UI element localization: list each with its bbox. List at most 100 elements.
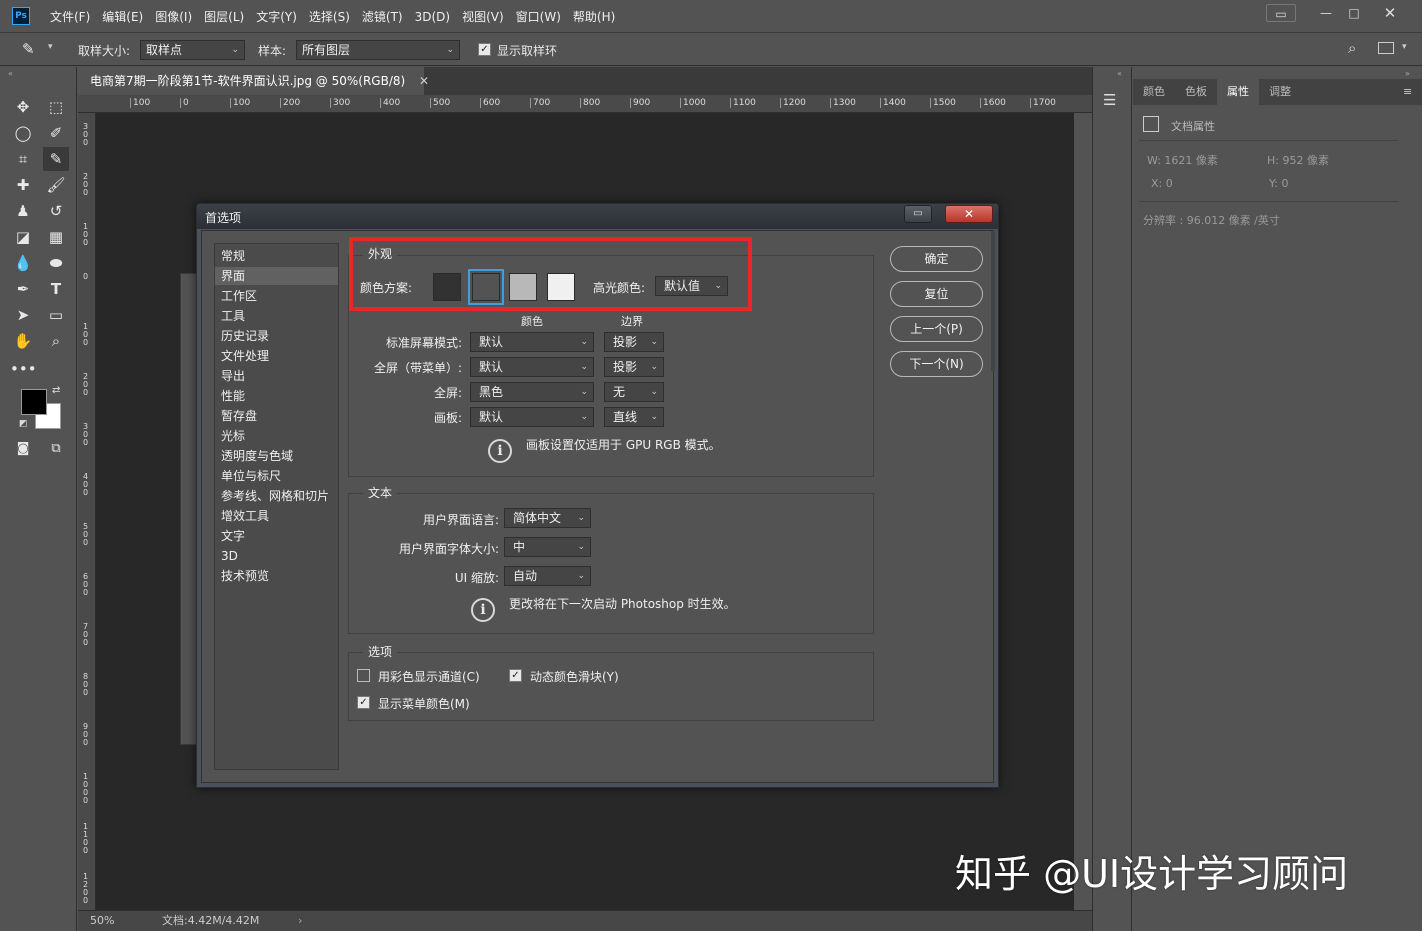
menu-colors-checkbox[interactable]: ✓: [357, 696, 370, 709]
appearance-border-select[interactable]: 投影 ⌄: [604, 357, 664, 377]
dialog-titlebar[interactable]: 首选项 ▭ ✕: [197, 204, 998, 229]
appearance-color-select[interactable]: 默认 ⌄: [470, 357, 594, 377]
panel-tab[interactable]: 颜色: [1133, 79, 1175, 105]
collapse-arrows-icon[interactable]: «: [8, 69, 13, 78]
ok-button[interactable]: 确定: [890, 246, 983, 272]
menu-item[interactable]: 文字(Y): [250, 8, 303, 25]
rectangle-tool-icon[interactable]: ▭: [43, 303, 69, 327]
menu-item[interactable]: 文件(F): [44, 8, 96, 25]
default-colors-icon[interactable]: ◩: [19, 419, 28, 429]
category-item[interactable]: 文字: [215, 527, 338, 545]
prev-button[interactable]: 上一个(P): [890, 316, 983, 342]
screen-mode-icon[interactable]: ⧉: [43, 437, 69, 461]
search-icon[interactable]: ⌕: [1348, 39, 1356, 57]
status-chevron-icon[interactable]: ›: [298, 911, 302, 931]
menu-item[interactable]: 窗口(W): [510, 8, 567, 25]
clone-stamp-icon[interactable]: ♟: [10, 199, 36, 223]
close-button[interactable]: ✕: [1376, 4, 1404, 22]
workspace-chevron-icon[interactable]: ▾: [1402, 42, 1407, 52]
maximize-button[interactable]: □: [1340, 4, 1368, 22]
collapse-panel-icon[interactable]: »: [1405, 69, 1410, 78]
menu-item[interactable]: 视图(V): [456, 8, 510, 25]
type-tool-icon[interactable]: T: [43, 277, 69, 301]
panel-menu-icon[interactable]: ≡: [1403, 85, 1412, 98]
category-item[interactable]: 历史记录: [215, 327, 338, 345]
category-item[interactable]: 光标: [215, 427, 338, 445]
dialog-scrollbar[interactable]: [991, 231, 995, 371]
category-item[interactable]: 导出: [215, 367, 338, 385]
category-item[interactable]: 暂存盘: [215, 407, 338, 425]
quick-select-tool-icon[interactable]: ✐: [43, 121, 69, 145]
appearance-border-select[interactable]: 投影 ⌄: [604, 332, 664, 352]
dialog-close-button[interactable]: ✕: [945, 205, 993, 223]
dodge-tool-icon[interactable]: ⬬: [43, 251, 69, 275]
menu-item[interactable]: 图像(I): [149, 8, 198, 25]
category-item[interactable]: 工作区: [215, 287, 338, 305]
panel-tab[interactable]: 色板: [1175, 79, 1217, 105]
tool-preset-chevron-icon[interactable]: ▾: [48, 42, 53, 52]
sample-select[interactable]: 所有图层 ⌄: [296, 40, 460, 60]
lasso-tool-icon[interactable]: ◯: [10, 121, 36, 145]
move-tool-icon[interactable]: ✥: [10, 95, 36, 119]
menu-item[interactable]: 3D(D): [409, 10, 456, 24]
marquee-tool-icon[interactable]: ⬚: [43, 95, 69, 119]
category-item[interactable]: 透明度与色域: [215, 447, 338, 465]
appearance-color-select[interactable]: 默认 ⌄: [470, 332, 594, 352]
ui-language-select[interactable]: 简体中文 ⌄: [504, 508, 591, 528]
gradient-tool-icon[interactable]: ▦: [43, 225, 69, 249]
eraser-tool-icon[interactable]: ◪: [10, 225, 36, 249]
close-tab-icon[interactable]: ✕: [419, 74, 429, 88]
category-item[interactable]: 界面: [215, 267, 338, 285]
blur-tool-icon[interactable]: 💧: [10, 251, 36, 275]
workspace-icon[interactable]: ▭: [1266, 4, 1296, 22]
menu-item[interactable]: 帮助(H): [567, 8, 621, 25]
menu-item[interactable]: 编辑(E): [96, 8, 149, 25]
channels-color-checkbox[interactable]: [357, 669, 370, 682]
category-item[interactable]: 常规: [215, 247, 338, 265]
workspace-switcher-icon[interactable]: [1378, 42, 1394, 54]
swap-colors-icon[interactable]: ⇄: [52, 385, 60, 396]
dynamic-sliders-checkbox[interactable]: ✓: [509, 669, 522, 682]
appearance-color-select[interactable]: 默认 ⌄: [470, 407, 594, 427]
properties-panel-icon[interactable]: ☰: [1103, 91, 1116, 109]
brush-tool-icon[interactable]: 🖌: [43, 173, 69, 197]
category-item[interactable]: 文件处理: [215, 347, 338, 365]
pen-tool-icon[interactable]: ✒: [10, 277, 36, 301]
appearance-border-select[interactable]: 直线 ⌄: [604, 407, 664, 427]
sample-size-select[interactable]: 取样点 ⌄: [140, 40, 245, 60]
panel-tab[interactable]: 调整: [1259, 79, 1301, 105]
menu-item[interactable]: 选择(S): [303, 8, 356, 25]
quick-mask-icon[interactable]: ◙: [10, 437, 36, 461]
expand-arrows-icon[interactable]: «: [1117, 69, 1122, 78]
ui-scale-select[interactable]: 自动 ⌄: [504, 566, 591, 586]
category-item[interactable]: 工具: [215, 307, 338, 325]
healing-brush-icon[interactable]: ✚: [10, 173, 36, 197]
category-item[interactable]: 增效工具: [215, 507, 338, 525]
category-item[interactable]: 单位与标尺: [215, 467, 338, 485]
zoom-tool-icon[interactable]: ⌕: [43, 329, 69, 353]
hand-tool-icon[interactable]: ✋: [10, 329, 36, 353]
menu-item[interactable]: 滤镜(T): [356, 8, 409, 25]
category-item[interactable]: 技术预览: [215, 567, 338, 585]
show-ring-checkbox[interactable]: ✓: [478, 43, 491, 56]
crop-tool-icon[interactable]: ⌗: [10, 147, 36, 171]
dialog-maximize-button[interactable]: ▭: [904, 205, 932, 223]
eyedropper-tool-icon[interactable]: ✎: [22, 40, 35, 58]
reset-button[interactable]: 复位: [890, 281, 983, 307]
menu-item[interactable]: 图层(L): [198, 8, 250, 25]
appearance-border-select[interactable]: 无 ⌄: [604, 382, 664, 402]
category-item[interactable]: 参考线、网格和切片: [215, 487, 338, 505]
category-item[interactable]: 性能: [215, 387, 338, 405]
history-brush-icon[interactable]: ↺: [43, 199, 69, 223]
path-select-icon[interactable]: ➤: [10, 303, 36, 327]
foreground-color-swatch[interactable]: [21, 389, 47, 415]
document-tab[interactable]: 电商第7期一阶段第1节-软件界面认识.jpg @ 50%(RGB/8) ✕: [78, 67, 429, 95]
more-tools-icon[interactable]: •••: [10, 357, 37, 381]
category-item[interactable]: 3D: [215, 547, 338, 565]
panel-tab[interactable]: 属性: [1217, 79, 1259, 105]
zoom-level[interactable]: 50%: [90, 911, 114, 931]
next-button[interactable]: 下一个(N): [890, 351, 983, 377]
appearance-color-select[interactable]: 黑色 ⌄: [470, 382, 594, 402]
minimize-button[interactable]: —: [1312, 4, 1340, 22]
eyedropper-tool-icon-active[interactable]: ✎: [43, 147, 69, 171]
